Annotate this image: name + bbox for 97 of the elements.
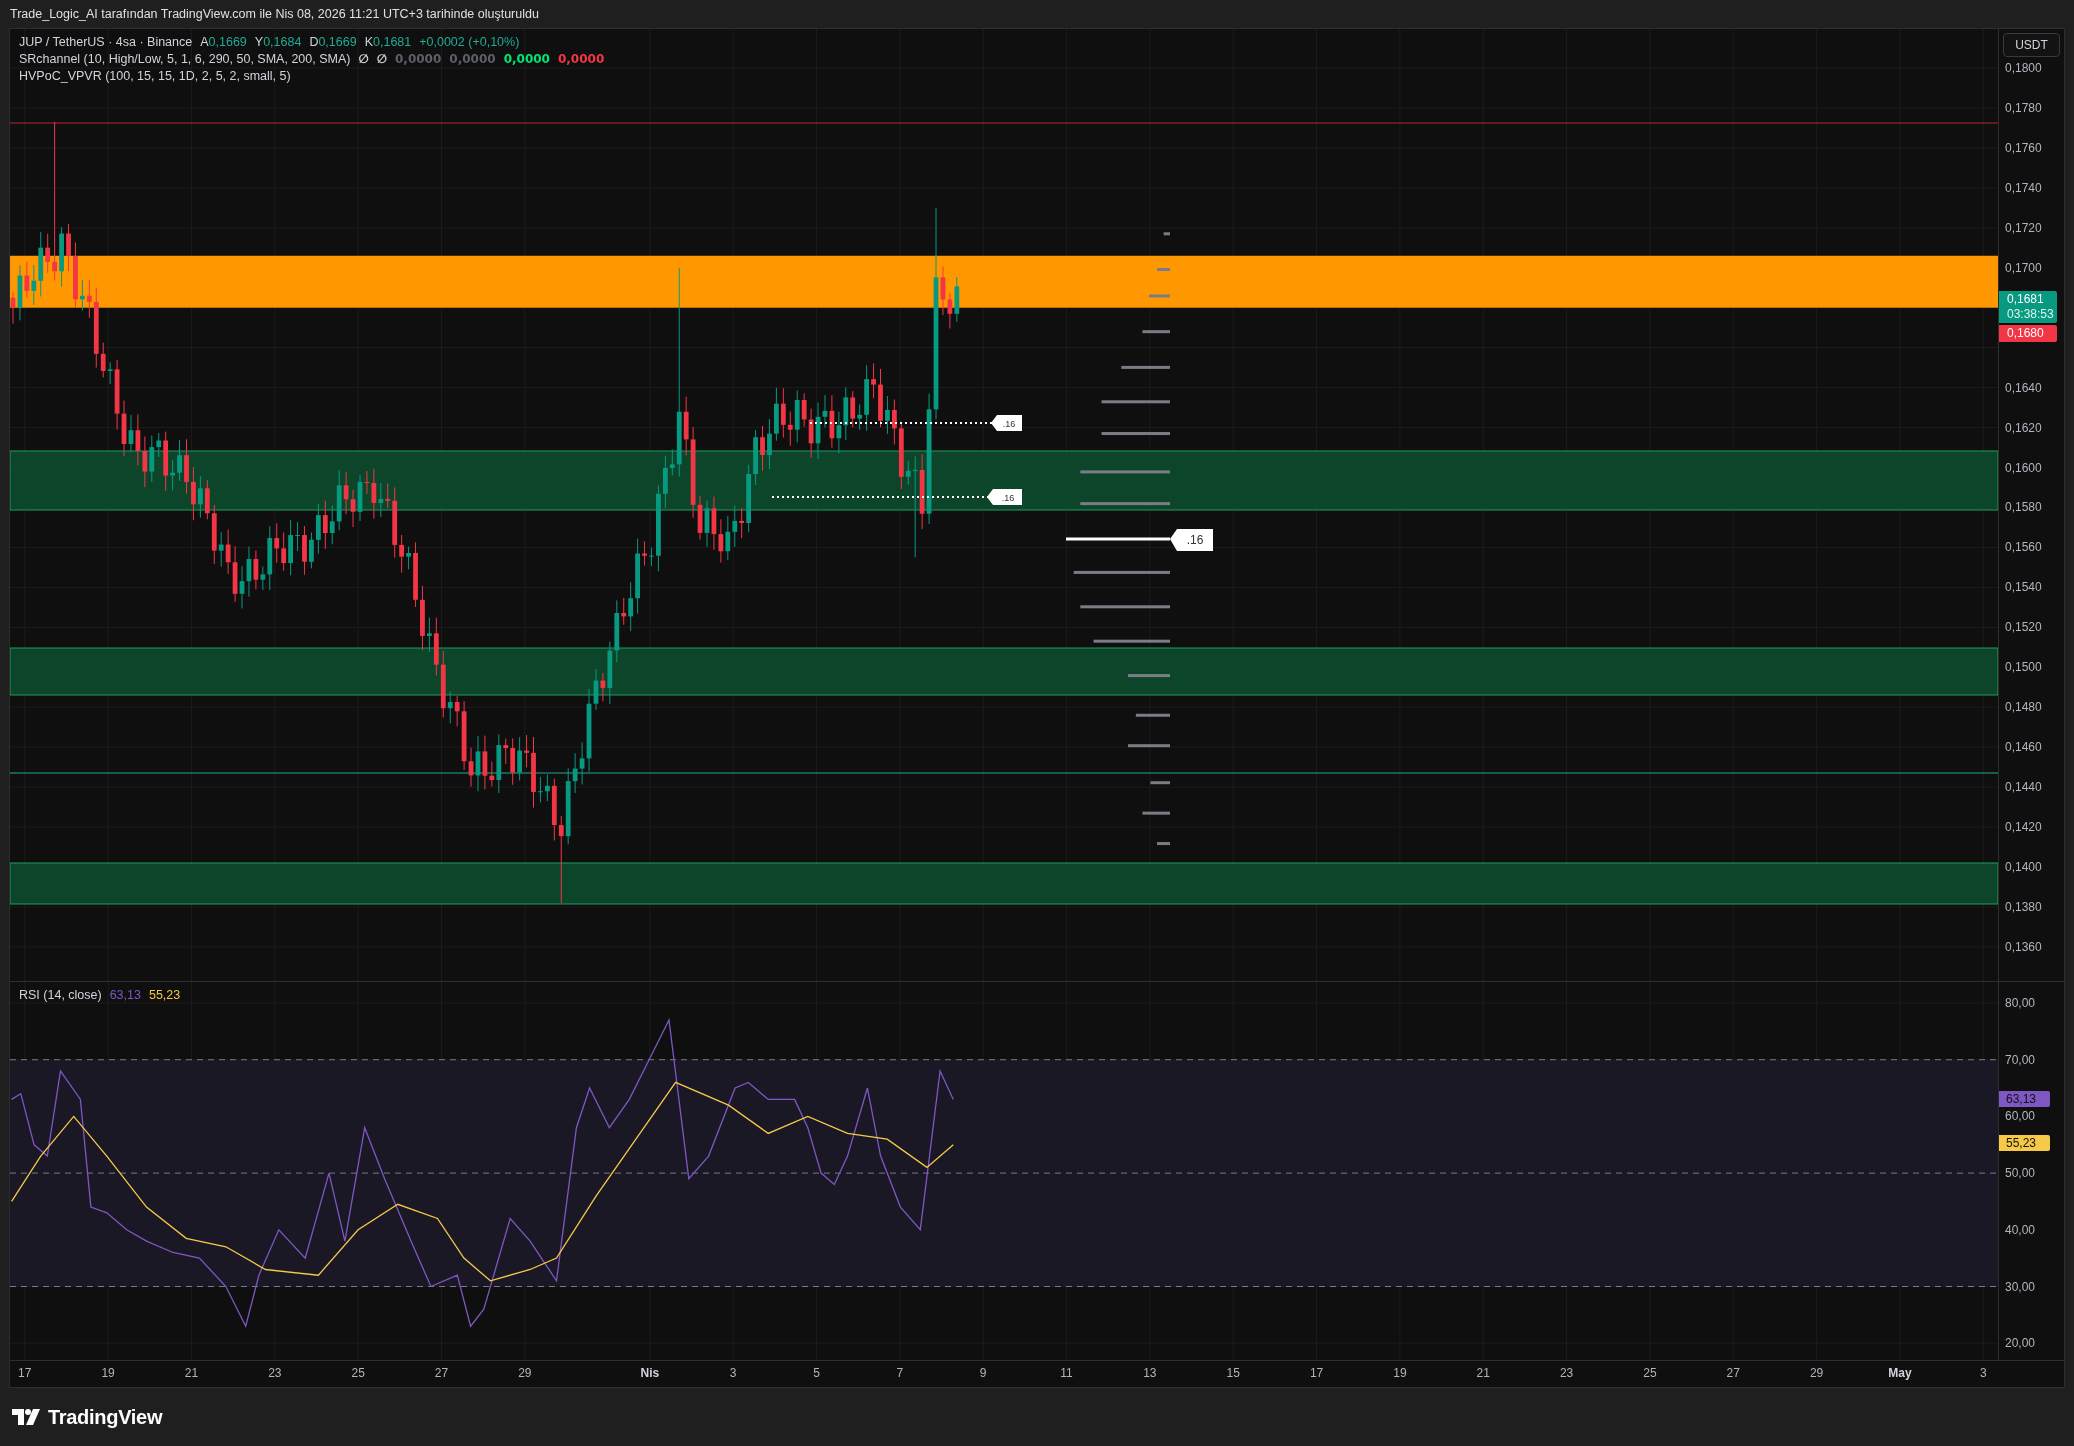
time-tick: 21 (184, 1366, 199, 1380)
price-tick: 0,1760 (2005, 140, 2042, 155)
time-tick: Nis (640, 1366, 660, 1380)
time-tick: 23 (268, 1366, 282, 1380)
ohlc-value: K0,1681 (364, 35, 412, 49)
candle (302, 525, 307, 576)
time-tick: 21 (1476, 1366, 1490, 1380)
rsi-tick: 70,00 (2005, 1052, 2036, 1067)
ohlc-value: D0,1669 (309, 35, 357, 49)
rsi-tick: 40,00 (2005, 1222, 2036, 1237)
time-tick: 19 (1393, 1366, 1407, 1380)
candle (66, 223, 71, 272)
time-tick: 29 (1809, 1366, 1824, 1380)
change-value: +0,0002 (+0,10%) (419, 35, 520, 49)
time-tick: 3 (1979, 1366, 1987, 1380)
logo-text: TradingView (48, 1405, 163, 1429)
price-tick: 0,1480 (2005, 700, 2042, 715)
chart-caption: Trade_Logic_AI tarafından TradingView.com ile Nis 08, 2026 11:21 UTC+3 tarihinde oluşturuldu (10, 7, 539, 21)
time-tick: 13 (1143, 1366, 1157, 1380)
price-tick: 0,1740 (2005, 180, 2042, 195)
time-tick: 19 (101, 1366, 115, 1380)
time-tick: 29 (518, 1366, 532, 1380)
time-tick: 27 (1726, 1366, 1740, 1380)
time-tick: 5 (813, 1366, 820, 1380)
indicator-value: 0,0000 (557, 52, 605, 66)
candle (177, 439, 182, 482)
rsi-tick: 60,00 (2005, 1109, 2036, 1124)
level-label: .16 (991, 415, 1022, 431)
time-tick: 7 (896, 1366, 904, 1380)
price-tick: 0,1560 (2005, 540, 2042, 555)
price-tick: 0,1440 (2005, 780, 2042, 795)
time-tick: 17 (1309, 1366, 1324, 1380)
candle (295, 521, 300, 552)
candle (760, 425, 765, 472)
indicator-title: HVPoC_VPVR (100, 15, 15, 1D, 2, 5, 2, small, 5) (19, 69, 291, 83)
time-tick: 17 (18, 1366, 32, 1380)
candle (73, 242, 78, 309)
time-tick: 11 (1060, 1366, 1073, 1380)
time-tick: 27 (434, 1366, 449, 1380)
time-tick: 23 (1559, 1366, 1574, 1380)
ohlc-value: Y0,1684 (254, 35, 302, 49)
candle (642, 540, 647, 567)
time-tick: 9 (979, 1366, 987, 1380)
rsi-tick: 20,00 (2005, 1336, 2036, 1351)
price-tick: 0,1800 (2005, 61, 2042, 75)
price-tick: 0,1540 (2005, 580, 2042, 595)
candle (420, 585, 425, 651)
time-tick: 15 (1226, 1366, 1240, 1380)
rsi-title: RSI (14, close) (19, 988, 102, 1002)
rsi-value: 63,13 (109, 988, 141, 1002)
price-tick: 0,1460 (2005, 740, 2042, 755)
candle (878, 368, 883, 428)
price-tick: 0,1420 (2005, 820, 2042, 835)
indicator-value: ∅ (376, 52, 387, 66)
rsi-badge: 55,23 (1999, 1135, 2050, 1152)
indicator-value: 0,0000 (395, 52, 442, 66)
time-tick: 25 (1643, 1366, 1657, 1380)
candle (871, 362, 876, 399)
rsi-tick: 80,00 (2005, 996, 2036, 1010)
time-tick: 3 (729, 1366, 737, 1380)
price-badge: 0,1681 03:38:53 (1999, 291, 2057, 323)
price-tick: 0,1720 (2005, 220, 2042, 235)
candle (184, 438, 189, 495)
price-tick: 0,1700 (2005, 260, 2042, 275)
price-tick: 0,1640 (2005, 380, 2042, 395)
ohlc-value: A0,1669 (200, 35, 247, 49)
indicator-value: 0,0000 (449, 52, 496, 66)
price-tick: 0,1780 (2005, 100, 2042, 115)
price-tick: 0,1360 (2005, 939, 2042, 954)
indicator-value: 0,0000 (503, 52, 550, 66)
indicator-title: SRchannel (10, High/Low, 5, 1, 6, 290, 50, SMA, 200, SMA) (19, 52, 351, 66)
candle (767, 418, 772, 470)
price-tick: 0,1620 (2005, 420, 2042, 435)
logo-icon (12, 1409, 42, 1425)
price-tick: 0,1580 (2005, 500, 2042, 515)
currency-button[interactable]: USDT (2003, 33, 2060, 57)
candle (413, 541, 418, 608)
candle (538, 776, 543, 803)
time-tick: May (1888, 1366, 1912, 1380)
time-tick: 25 (351, 1366, 365, 1380)
level-label: .16 (1170, 529, 1213, 551)
candle (885, 395, 890, 435)
price-tick: 0,1400 (2005, 860, 2042, 874)
indicator-value: ∅ (358, 52, 369, 66)
rsi-badge: 63,13 (1999, 1090, 2050, 1107)
candle (191, 466, 196, 521)
price-tick: 0,1600 (2005, 460, 2042, 475)
price-tick: 0,1380 (2005, 899, 2042, 914)
price-tick: 0,1520 (2005, 620, 2042, 635)
candle (649, 547, 654, 567)
symbol-title: JUP / TetherUS · 4sa · Binance (19, 35, 193, 49)
price-tick: 0,1500 (2005, 660, 2042, 675)
rsi-value: 55,23 (148, 988, 181, 1002)
price-badge: 0,1680 (1999, 325, 2057, 342)
rsi-tick: 50,00 (2005, 1166, 2036, 1181)
candle (524, 734, 529, 768)
rsi-tick: 30,00 (2005, 1279, 2036, 1294)
